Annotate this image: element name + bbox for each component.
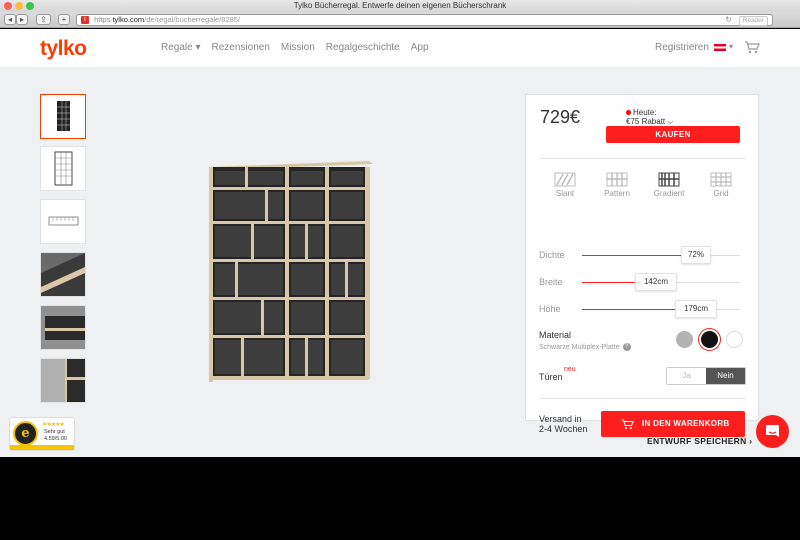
swatch-grey[interactable] [676,331,693,348]
save-design-link[interactable]: ENTWURF SPEICHERN › [647,436,752,446]
trusted-shops-badge[interactable]: e ★★★★★ Sehr gut 4.59/5.00 [9,417,75,451]
share-icon[interactable]: ⇪ [36,14,51,25]
trusted-shops-logo-icon: e [13,421,38,446]
slider-fill [582,255,696,256]
discount-text: €75 Rabatt ⌵ [626,117,674,126]
chat-icon [766,425,779,437]
reload-icon[interactable]: ↻ [725,15,732,25]
material-subtitle: Schwarze Multiplex-Platte? [539,343,631,351]
cart-icon[interactable] [744,41,760,59]
price: 729€ [540,107,581,127]
thumbnail-corner-detail[interactable] [40,358,86,403]
today-label: Heute: [633,108,657,117]
style-label: Pattern [604,189,630,198]
nav-item-rezensionen[interactable]: Rezensionen [212,42,270,53]
url-scheme: https [94,15,111,24]
style-grid[interactable]: Grid [696,172,746,198]
thumbnail-front-view[interactable] [40,94,86,139]
thumbnail-dimensions-view[interactable] [40,199,86,244]
style-selector: Slant Pattern Gradient Grid [540,172,746,198]
thumbnail-frame-view[interactable] [40,146,86,191]
nav-item-app[interactable]: App [411,42,429,53]
rating-label: Sehr gut [44,429,65,435]
new-tab-button[interactable]: + [58,14,70,25]
density-slider[interactable]: 72% [582,246,740,264]
density-label: Dichte [539,250,565,260]
new-badge: neu [564,366,576,373]
material-name: Schwarze Multiplex-Platte [539,343,620,351]
thumbnail-material-closeup[interactable] [40,252,86,297]
back-icon[interactable]: ◂ [4,14,16,25]
info-icon[interactable]: ? [622,343,631,351]
nav-item-mission[interactable]: Mission [281,42,315,53]
add-to-cart-button[interactable]: IN DEN WARENKORB [601,411,745,437]
height-label: Höhe [539,304,561,314]
divider [540,158,746,159]
site-favicon-icon: t [81,16,89,25]
doors-option-yes[interactable]: Ja [667,368,706,384]
gradient-pattern-icon [658,172,680,187]
width-slider[interactable]: 142cm [582,273,740,291]
thumbnail-shelf-detail[interactable] [40,305,86,350]
bookshelf-preview[interactable] [205,159,375,389]
window-title: Tylko Bücherregal. Entwerfe deinen eigen… [293,1,507,10]
nav-item-regalgeschichte[interactable]: Regalgeschichte [326,42,400,53]
reader-button[interactable]: Reader [738,16,768,26]
height-slider[interactable]: 179cm [582,300,740,318]
grid-pattern-icon [710,172,732,187]
badge-accent-bar [10,445,74,450]
slider-handle[interactable]: 142cm [635,273,677,291]
style-label: Slant [555,189,575,198]
site-header: tylko Regale ▾ Rezensionen Mission Regal… [0,29,800,67]
chat-launcher-button[interactable] [756,415,789,448]
slider-handle[interactable]: 179cm [675,300,717,318]
style-gradient[interactable]: Gradient [644,172,694,198]
window-controls[interactable] [4,2,34,10]
chevron-down-icon[interactable]: ▾ [729,42,733,51]
live-dot-icon [626,110,631,115]
shipping-line-1: Versand in [539,414,582,424]
rating-stars: ★★★★★ [42,422,65,428]
swatch-black[interactable] [701,331,718,348]
slider-handle[interactable]: 72% [681,246,711,264]
shipping-info: Versand in 2-4 Wochen [539,414,587,434]
doors-toggle[interactable]: Ja Nein [666,367,746,385]
configurator-panel: 729€ Heute: €75 Rabatt ⌵ KAUFEN Slant Pa… [525,94,759,437]
width-label: Breite [539,277,563,287]
doors-option-no[interactable]: Nein [706,368,745,384]
add-to-cart-label: IN DEN WARENKORB [642,419,730,428]
slant-pattern-icon [554,172,576,187]
style-pattern[interactable]: Pattern [592,172,642,198]
austria-flag-icon[interactable] [714,44,726,51]
buy-button[interactable]: KAUFEN [606,126,740,143]
minimize-window-icon[interactable] [15,2,23,10]
rating-text: Sehr gut 4.59/5.00 [44,429,67,443]
close-window-icon[interactable] [4,2,12,10]
cart-icon [621,419,634,429]
style-label: Grid [713,189,729,198]
zoom-window-icon[interactable] [26,2,34,10]
style-slant[interactable]: Slant [540,172,590,198]
doors-label: Türen [539,372,563,382]
page: tylko Regale ▾ Rezensionen Mission Regal… [0,29,800,457]
main-nav: Regale ▾ Rezensionen Mission Regalgeschi… [161,42,429,53]
forward-icon[interactable]: ▸ [16,14,28,25]
browser-toolbar: ◂ ▸ ⇪ + t https tylko.com/de/regal/buche… [0,12,800,28]
today-discount[interactable]: Heute: €75 Rabatt ⌵ [626,108,673,126]
material-label: Material [539,330,572,340]
url-host: tylko.com [112,15,145,24]
register-link[interactable]: Registrieren [655,42,709,53]
rating-score: 4.59/5.00 [44,436,67,442]
style-label: Gradient [653,189,685,198]
tylko-logo[interactable]: tylko [40,37,87,61]
nav-item-regale[interactable]: Regale ▾ [161,42,201,53]
url-bar[interactable]: t https tylko.com/de/regal/bucherregale/… [76,14,773,26]
swatch-white[interactable] [726,331,743,348]
pattern-icon [606,172,628,187]
divider [540,398,746,399]
url-path: /de/regal/bucherregale/8285/ [144,15,241,24]
window-titlebar: Tylko Bücherregal. Entwerfe deinen eigen… [0,0,800,12]
shipping-line-2: 2-4 Wochen [539,424,588,434]
